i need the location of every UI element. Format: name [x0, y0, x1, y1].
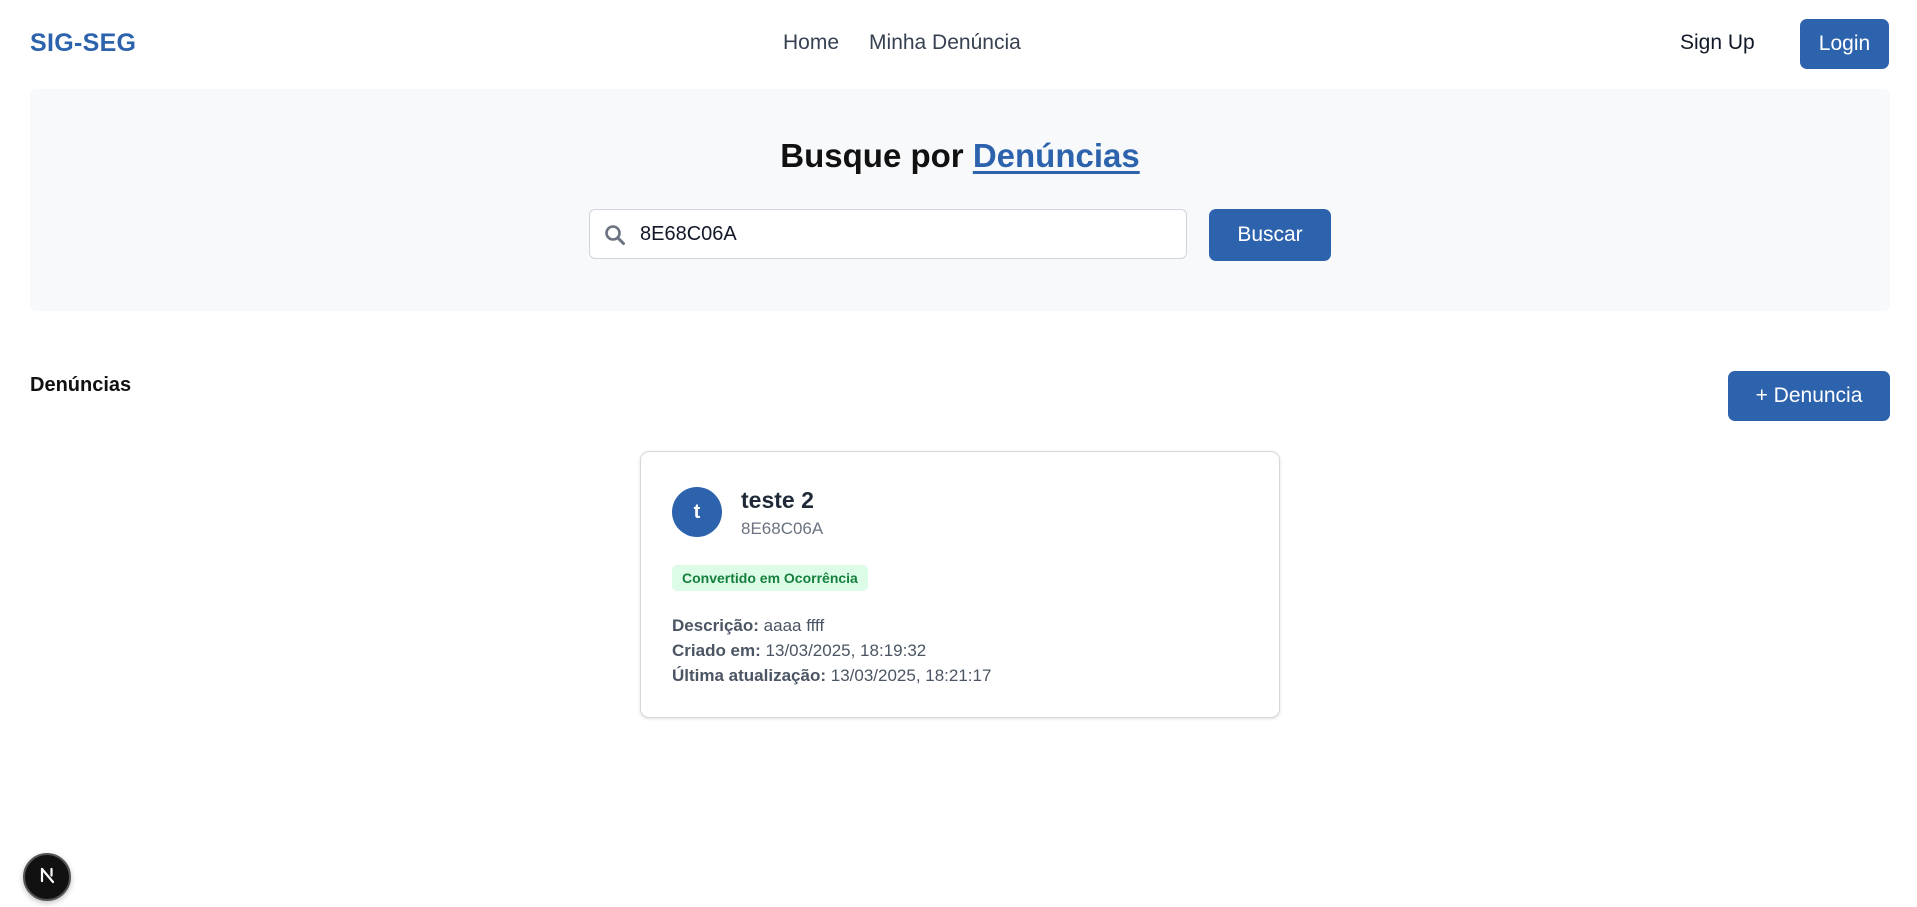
card-title: teste 2 [741, 487, 814, 513]
description-label: Descrição: [672, 616, 759, 635]
nav-link-minha-denuncia[interactable]: Minha Denúncia [869, 31, 1021, 55]
search-box [589, 209, 1187, 259]
nextjs-dev-badge[interactable] [23, 853, 71, 901]
hero-title-accent: Denúncias [972, 137, 1140, 174]
section-title: Denúncias [30, 374, 132, 396]
navbar: SIG-SEG Home Minha Denúncia Sign Up Logi… [0, 0, 1917, 88]
nextjs-icon [36, 864, 58, 891]
login-button[interactable]: Login [1800, 19, 1889, 69]
search-hero: Busque por Denúncias Buscar [30, 89, 1890, 311]
updated-row: Última atualização: 13/03/2025, 18:21:17 [672, 663, 991, 688]
hero-title: Busque por Denúncias [30, 137, 1890, 175]
created-label: Criado em: [672, 641, 761, 660]
updated-value: 13/03/2025, 18:21:17 [830, 666, 992, 685]
hero-title-prefix: Busque por [780, 137, 964, 174]
search-icon [604, 224, 626, 246]
created-value: 13/03/2025, 18:19:32 [765, 641, 927, 660]
updated-label: Última atualização: [672, 666, 826, 685]
card-code: 8E68C06A [741, 519, 824, 538]
search-button[interactable]: Buscar [1209, 209, 1331, 261]
card-details: Descrição: aaaa ffff Criado em: 13/03/20… [672, 613, 991, 688]
description-value: aaaa ffff [763, 616, 825, 635]
status-badge: Convertido em Ocorrência [672, 565, 868, 591]
created-row: Criado em: 13/03/2025, 18:19:32 [672, 638, 991, 663]
nav-link-home[interactable]: Home [783, 31, 839, 55]
nav-links: Home Minha Denúncia [783, 31, 1021, 55]
denuncia-card[interactable]: t teste 2 8E68C06A Convertido em Ocorrên… [640, 451, 1280, 718]
avatar: t [672, 487, 722, 537]
brand-logo[interactable]: SIG-SEG [30, 29, 136, 58]
add-denuncia-button[interactable]: + Denuncia [1728, 371, 1890, 421]
search-input[interactable] [640, 210, 1170, 258]
description-row: Descrição: aaaa ffff [672, 613, 991, 638]
sign-up-link[interactable]: Sign Up [1680, 31, 1755, 55]
